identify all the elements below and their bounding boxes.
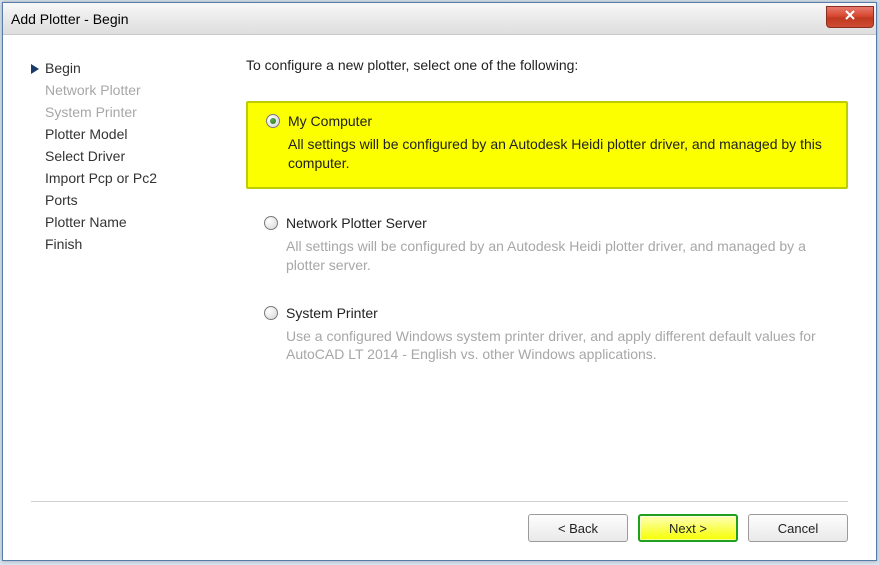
close-button[interactable] bbox=[826, 6, 874, 28]
step-plotter-model: Plotter Model bbox=[31, 125, 246, 143]
option-my-computer[interactable]: My Computer All settings will be configu… bbox=[246, 101, 848, 189]
titlebar[interactable]: Add Plotter - Begin bbox=[3, 3, 876, 35]
radio-label-network-plotter-server: Network Plotter Server bbox=[286, 215, 427, 231]
radio-row-my-computer[interactable]: My Computer bbox=[266, 113, 828, 129]
radio-label-system-printer: System Printer bbox=[286, 305, 378, 321]
radio-desc-my-computer: All settings will be configured by an Au… bbox=[266, 135, 828, 173]
radio-system-printer[interactable] bbox=[264, 306, 278, 320]
step-import-pcp: Import Pcp or Pc2 bbox=[31, 169, 246, 187]
step-system-printer: System Printer bbox=[31, 103, 246, 121]
radio-row-network-plotter-server[interactable]: Network Plotter Server bbox=[264, 215, 830, 231]
radio-desc-system-printer: Use a configured Windows system printer … bbox=[264, 327, 830, 365]
wizard-window: Add Plotter - Begin Begin Network Plotte… bbox=[2, 2, 877, 561]
step-finish: Finish bbox=[31, 235, 246, 253]
separator bbox=[31, 501, 848, 502]
step-ports: Ports bbox=[31, 191, 246, 209]
radio-desc-network-plotter-server: All settings will be configured by an Au… bbox=[264, 237, 830, 275]
instruction-text: To configure a new plotter, select one o… bbox=[246, 57, 848, 73]
step-begin: Begin bbox=[31, 59, 246, 77]
content-area: Begin Network Plotter System Printer Plo… bbox=[3, 35, 876, 497]
radio-row-system-printer[interactable]: System Printer bbox=[264, 305, 830, 321]
next-button[interactable]: Next > bbox=[638, 514, 738, 542]
step-network-plotter: Network Plotter bbox=[31, 81, 246, 99]
option-system-printer[interactable]: System Printer Use a configured Windows … bbox=[246, 295, 848, 379]
option-network-plotter-server[interactable]: Network Plotter Server All settings will… bbox=[246, 205, 848, 289]
footer: < Back Next > Cancel bbox=[3, 514, 876, 560]
close-icon bbox=[843, 8, 857, 25]
back-button[interactable]: < Back bbox=[528, 514, 628, 542]
cancel-button[interactable]: Cancel bbox=[748, 514, 848, 542]
window-title: Add Plotter - Begin bbox=[11, 11, 826, 27]
step-plotter-name: Plotter Name bbox=[31, 213, 246, 231]
radio-network-plotter-server[interactable] bbox=[264, 216, 278, 230]
radio-my-computer[interactable] bbox=[266, 114, 280, 128]
radio-label-my-computer: My Computer bbox=[288, 113, 372, 129]
wizard-sidebar: Begin Network Plotter System Printer Plo… bbox=[31, 57, 246, 487]
main-panel: To configure a new plotter, select one o… bbox=[246, 57, 848, 487]
step-select-driver: Select Driver bbox=[31, 147, 246, 165]
